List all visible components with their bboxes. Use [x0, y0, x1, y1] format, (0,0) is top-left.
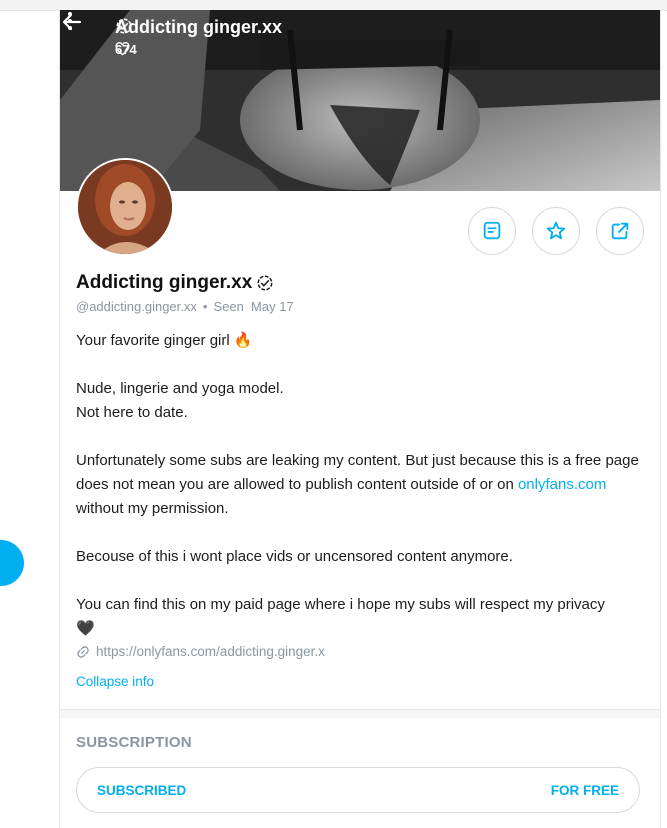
meta-separator: • — [202, 299, 208, 314]
profile-bio: Your favorite ginger girl 🔥 Nude, linger… — [76, 329, 646, 641]
bio-text: without my permission. — [76, 500, 229, 517]
profile-link[interactable]: https://onlyfans.com/addicting.ginger.x — [76, 644, 325, 659]
section-divider — [60, 709, 660, 718]
subscription-status: SUBSCRIBED — [97, 782, 187, 798]
message-button[interactable] — [468, 207, 516, 255]
bio-line: Becouse of this i wont place vids or unc… — [76, 548, 513, 565]
verified-icon — [116, 18, 132, 34]
link-icon — [77, 645, 89, 658]
profile-name-text: Addicting ginger.xx — [76, 272, 253, 293]
bio-line: Not here to date. — [76, 404, 188, 421]
bio-line: Nude, lingerie and yoga model. — [76, 380, 284, 397]
more-vertical-icon[interactable] — [60, 10, 80, 32]
avatar-photo — [78, 160, 172, 254]
bio-paragraph: Unfortunately some subs are leaking my c… — [76, 449, 646, 521]
heart-icon — [115, 42, 130, 56]
bio-line: You can find this on my paid page where … — [76, 596, 605, 613]
subscribe-button[interactable]: SUBSCRIBED FOR FREE — [76, 767, 640, 813]
subscription-price: FOR FREE — [550, 782, 619, 798]
last-seen: Seen May 17 — [213, 299, 294, 314]
cover-image: Addicting ginger.xx 674 — [60, 10, 660, 191]
collapse-info-link[interactable]: Collapse info — [76, 674, 154, 689]
profile-actions — [468, 207, 644, 255]
subscription-title: SUBSCRIPTION — [76, 734, 192, 751]
avatar[interactable] — [76, 158, 174, 256]
favorite-button[interactable] — [532, 207, 580, 255]
share-icon — [611, 222, 629, 240]
message-icon — [483, 221, 501, 240]
profile-name: Addicting ginger.xx — [76, 272, 274, 294]
header-title-text: Addicting ginger.xx — [115, 17, 283, 37]
heart-emoji: 🖤 — [76, 620, 95, 637]
profile-link-url[interactable]: https://onlyfans.com/addicting.ginger.x — [96, 644, 325, 659]
verified-icon — [257, 275, 273, 291]
star-icon — [546, 221, 566, 240]
floating-action-button[interactable] — [0, 540, 24, 586]
profile-meta: @addicting.ginger.xx • Seen May 17 — [76, 299, 294, 314]
profile-card: Addicting ginger.xx 674 Addicting ginger… — [59, 10, 661, 828]
likes-count: 674 — [115, 42, 137, 57]
header-title: Addicting ginger.xx — [115, 17, 282, 38]
profile-handle: @addicting.ginger.xx — [76, 299, 197, 314]
share-button[interactable] — [596, 207, 644, 255]
bio-link[interactable]: onlyfans.com — [518, 476, 606, 493]
bio-line: Your favorite ginger girl 🔥 — [76, 332, 253, 349]
